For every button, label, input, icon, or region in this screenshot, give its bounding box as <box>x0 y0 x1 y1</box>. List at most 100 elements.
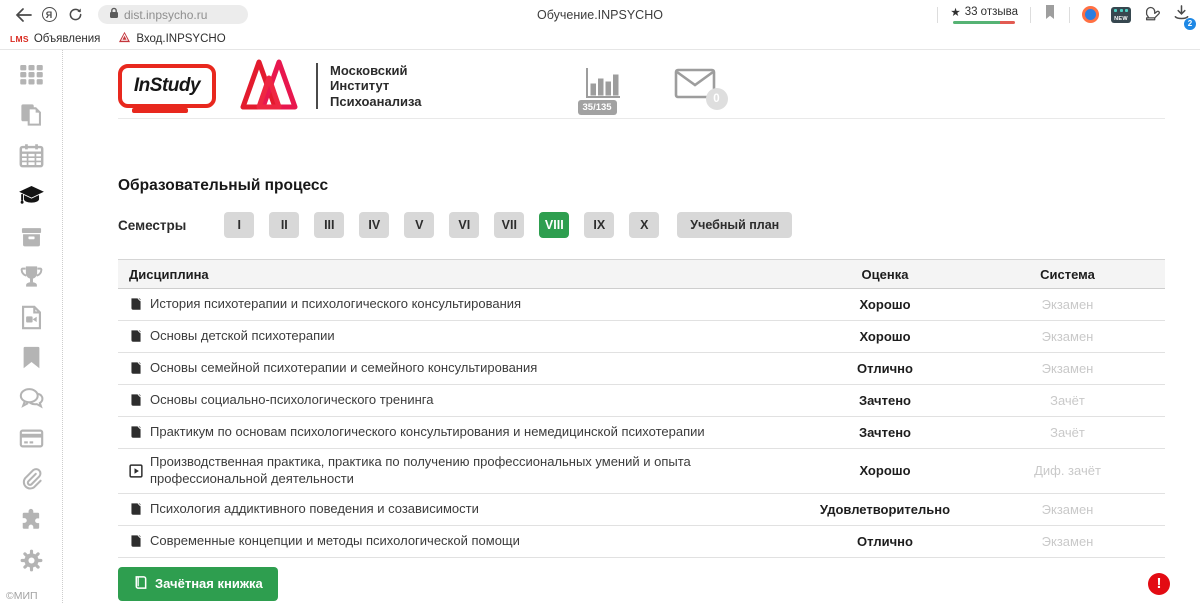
book-icon <box>129 297 143 311</box>
extension-new-icon[interactable]: NEW <box>1111 7 1131 23</box>
divider <box>1030 7 1031 23</box>
chat-icon <box>18 385 45 417</box>
video-icon <box>129 464 143 478</box>
semesters-label: Семестры <box>118 218 186 233</box>
book-icon <box>129 425 143 439</box>
semester-tab-I[interactable]: I <box>224 212 254 238</box>
back-icon[interactable] <box>10 5 36 25</box>
grade-value: Зачтено <box>800 393 970 408</box>
grid-icon <box>18 61 45 93</box>
curriculum-button[interactable]: Учебный план <box>677 212 792 238</box>
discipline-name: Основы семейной психотерапии и семейного… <box>150 360 537 377</box>
downloads-badge: 2 <box>1184 18 1196 30</box>
table-row[interactable]: Основы семейной психотерапии и семейного… <box>118 353 1165 385</box>
archive-box-icon <box>18 223 45 255</box>
grading-system: Экзамен <box>970 297 1165 312</box>
table-row[interactable]: Производственная практика, практика по п… <box>118 449 1165 494</box>
instudy-logo[interactable]: InStudy <box>118 64 216 108</box>
sidebar-item-payment-card[interactable] <box>16 428 46 455</box>
divider <box>1069 7 1070 23</box>
sidebar-item-trophy[interactable] <box>16 266 46 293</box>
grading-system: Зачёт <box>970 425 1165 440</box>
table-row[interactable]: Современные концепции и методы психологи… <box>118 526 1165 558</box>
divider <box>316 63 318 109</box>
divider <box>937 7 938 23</box>
sidebar-item-documents[interactable] <box>16 104 46 131</box>
video-file-icon <box>18 304 45 336</box>
semester-tab-VIII[interactable]: VIII <box>539 212 569 238</box>
alert-icon[interactable]: ! <box>1148 573 1170 595</box>
grading-system: Экзамен <box>970 502 1165 517</box>
refresh-icon[interactable] <box>62 5 88 25</box>
star-icon: ★ <box>950 5 960 19</box>
bookmark-announcements[interactable]: LMS Объявления <box>10 33 100 45</box>
semester-tab-VI[interactable]: VI <box>449 212 479 238</box>
bookmark-icon <box>18 344 45 376</box>
reviews-count: 33 отзыва <box>965 6 1018 18</box>
discipline-name: Основы детской психотерапии <box>150 328 335 345</box>
table-row[interactable]: Основы социально-психологического тренин… <box>118 385 1165 417</box>
progress-stats-icon[interactable]: 35/135 <box>582 66 622 107</box>
semester-tab-IV[interactable]: IV <box>359 212 389 238</box>
lms-favicon: LMS <box>10 34 29 44</box>
sidebar-item-bookmark[interactable] <box>16 347 46 374</box>
sidebar-nav: ©МИП <box>0 50 63 603</box>
sidebar-item-attachment[interactable] <box>16 468 46 495</box>
sidebar-item-archive-box[interactable] <box>16 225 46 252</box>
table-row[interactable]: Основы детской психотерапииХорошоЭкзамен <box>118 321 1165 353</box>
semester-tab-X[interactable]: X <box>629 212 659 238</box>
graduation-cap-icon <box>18 182 45 214</box>
calendar-icon <box>18 142 45 174</box>
url-text: dist.inpsycho.ru <box>124 8 207 22</box>
table-header: Дисциплина Оценка Система <box>118 259 1165 289</box>
semester-tab-III[interactable]: III <box>314 212 344 238</box>
bookmark-flag-icon[interactable] <box>1043 4 1057 25</box>
sidebar-item-puzzle[interactable] <box>16 509 46 536</box>
bookmark-login-inpsycho[interactable]: Вход.INPSYCHO <box>118 30 225 48</box>
copyright-label: ©МИП <box>0 590 38 602</box>
semester-tab-V[interactable]: V <box>404 212 434 238</box>
grade-value: Хорошо <box>800 297 970 312</box>
sidebar-item-video-file[interactable] <box>16 306 46 333</box>
grading-system: Зачёт <box>970 393 1165 408</box>
documents-icon <box>18 101 45 133</box>
discipline-name: Практикум по основам психологического ко… <box>150 424 705 441</box>
extension-browser-icon[interactable] <box>1082 6 1099 23</box>
address-bar[interactable]: dist.inpsycho.ru <box>98 5 248 24</box>
site-header: InStudy Московский Институт Психоанализа <box>118 50 1165 119</box>
grading-system: Экзамен <box>970 329 1165 344</box>
book-icon <box>129 329 143 343</box>
institute-triangle-logo-icon[interactable] <box>238 56 300 117</box>
discipline-name: История психотерапии и психологического … <box>150 296 521 313</box>
table-row[interactable]: Психология аддиктивного поведения и соза… <box>118 494 1165 526</box>
sidebar-item-calendar[interactable] <box>16 144 46 171</box>
mail-icon[interactable]: 0 <box>674 68 716 104</box>
semester-tabs: IIIIIIIVVVIVIIVIIIIXX <box>224 212 674 238</box>
yandex-icon[interactable]: Я <box>36 5 62 25</box>
gradebook-button[interactable]: Зачётная книжка <box>118 567 278 601</box>
semester-tab-II[interactable]: II <box>269 212 299 238</box>
sidebar-item-settings[interactable] <box>16 549 46 576</box>
extension-glove-icon[interactable] <box>1143 4 1161 26</box>
rating-bar <box>953 21 1015 24</box>
table-row[interactable]: Практикум по основам психологического ко… <box>118 417 1165 449</box>
site-reviews[interactable]: ★ 33 отзыва <box>950 5 1018 24</box>
semester-tab-IX[interactable]: IX <box>584 212 614 238</box>
sidebar-item-grid[interactable] <box>16 63 46 90</box>
payment-card-icon <box>18 425 45 457</box>
discipline-name: Современные концепции и методы психологи… <box>150 533 520 550</box>
browser-toolbar: Я dist.inpsycho.ru Обучение.INPSYCHO ★ 3… <box>0 0 1200 29</box>
grade-value: Отлично <box>800 534 970 549</box>
book-icon <box>133 575 148 593</box>
sidebar-item-chat[interactable] <box>16 387 46 414</box>
downloads-icon[interactable]: 2 <box>1173 4 1190 26</box>
table-row[interactable]: История психотерапии и психологического … <box>118 289 1165 321</box>
column-grade: Оценка <box>800 267 970 282</box>
semester-tab-VII[interactable]: VII <box>494 212 524 238</box>
grading-system: Экзамен <box>970 361 1165 376</box>
sidebar-item-graduation-cap[interactable] <box>16 185 46 212</box>
lock-icon <box>109 6 119 24</box>
book-icon <box>129 534 143 548</box>
discipline-name: Основы социально-психологического тренин… <box>150 392 433 409</box>
attachment-icon <box>18 466 45 498</box>
